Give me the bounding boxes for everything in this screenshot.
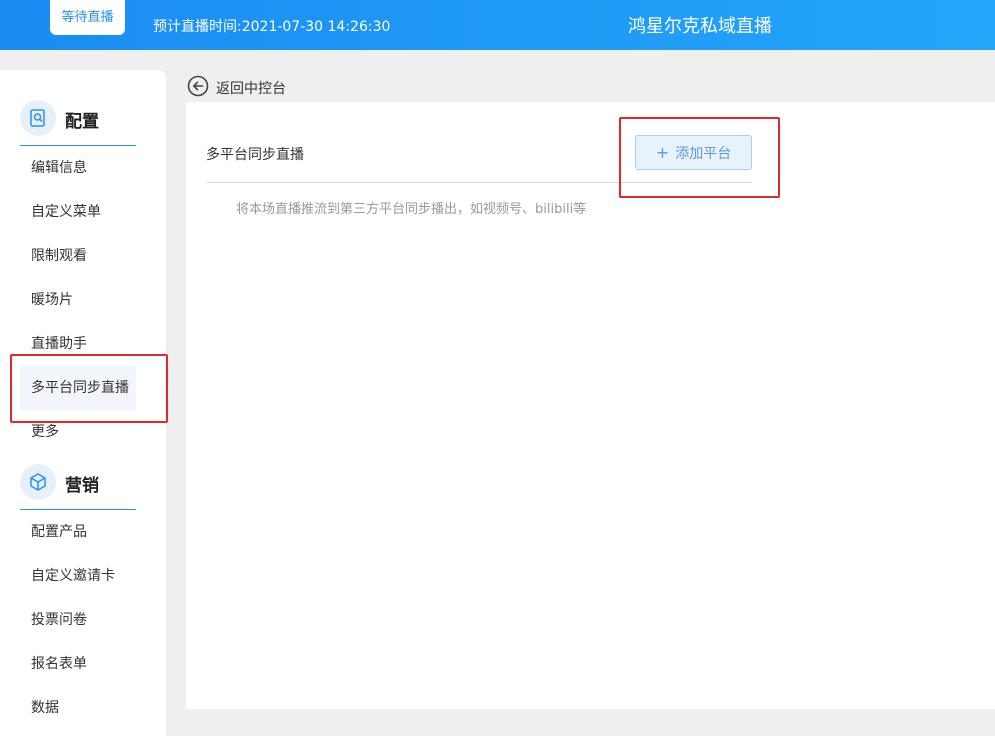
status-badge: 等待直播 [50, 0, 125, 35]
main-panel: 多平台同步直播 + 添加平台 将本场直播推流到第三方平台同步播出，如视频号、bi… [186, 102, 995, 709]
sidebar-item-data[interactable]: 数据 [20, 686, 136, 730]
back-label: 返回中控台 [216, 81, 286, 97]
cube-icon [20, 464, 56, 500]
top-header: 等待直播 预计直播时间:2021-07-30 14:26:30 鸿星尔克私域直播 [0, 0, 995, 50]
sidebar-item-custom-menu[interactable]: 自定义菜单 [20, 190, 136, 234]
sidebar-item-edit-info[interactable]: 编辑信息 [20, 146, 136, 190]
sidebar-item-products[interactable]: 配置产品 [20, 510, 136, 554]
sidebar-item-invite-card[interactable]: 自定义邀请卡 [20, 554, 136, 598]
highlight-sidebar-item [10, 354, 168, 423]
sidebar-item-restrict-viewing[interactable]: 限制观看 [20, 234, 136, 278]
config-icon [20, 100, 56, 136]
panel-title: 多平台同步直播 [206, 147, 304, 163]
section-config-title: 配置 [65, 112, 99, 132]
sidebar-item-signup-form[interactable]: 报名表单 [20, 642, 136, 686]
sidebar-item-warmup-video[interactable]: 暖场片 [20, 278, 136, 322]
sidebar-item-vote-survey[interactable]: 投票问卷 [20, 598, 136, 642]
section-marketing-title: 营销 [65, 476, 99, 496]
back-arrow-icon [187, 75, 209, 97]
hint-text: 将本场直播推流到第三方平台同步播出，如视频号、bilibili等 [236, 202, 587, 217]
section-marketing: 营销 [20, 464, 160, 500]
schedule-time: 预计直播时间:2021-07-30 14:26:30 [153, 19, 391, 35]
live-title: 鸿星尔克私域直播 [628, 16, 772, 37]
section-config: 配置 [20, 100, 160, 136]
highlight-add-button [619, 117, 780, 198]
